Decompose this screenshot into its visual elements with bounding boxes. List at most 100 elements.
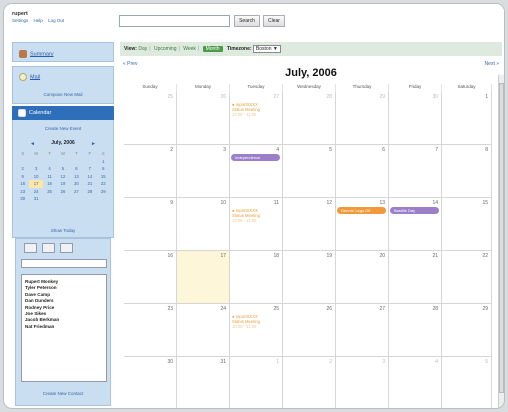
day-cell[interactable]: 25 — [124, 92, 177, 145]
day-cell[interactable]: 28 — [389, 304, 442, 357]
day-cell[interactable]: 14 — [389, 198, 442, 251]
mini-day[interactable]: 30 — [16, 195, 29, 203]
mini-day[interactable]: 20 — [70, 180, 83, 188]
day-cell[interactable]: 10 — [177, 198, 230, 251]
day-cell[interactable]: 1 — [442, 92, 492, 145]
contact-item[interactable]: Nat Friedman — [25, 324, 103, 330]
help-link[interactable]: Help — [34, 18, 43, 23]
day-cell[interactable]: 30 — [389, 92, 442, 145]
day-cell[interactable]: 11 ● reportXXXX Status Meeting 10:00 - 11:0… — [230, 198, 283, 251]
day-cell[interactable]: 28 — [283, 92, 336, 145]
day-cell[interactable]: 4 — [230, 145, 283, 198]
day-cell[interactable]: 19 — [283, 251, 336, 304]
sidebar-item-calendar[interactable]: Calendar — [12, 106, 114, 120]
clear-button[interactable]: Clear — [263, 15, 285, 27]
edit-tab-icon[interactable] — [60, 243, 73, 253]
mini-day[interactable]: 4 — [43, 165, 56, 173]
day-cell[interactable]: 3 — [336, 357, 389, 408]
view-month-tab[interactable]: Month — [202, 46, 223, 52]
show-today-link[interactable]: Show Today — [12, 228, 114, 233]
mini-day[interactable]: 16 — [16, 180, 29, 188]
day-cell[interactable]: 7 — [389, 145, 442, 198]
day-cell[interactable]: 29 — [336, 92, 389, 145]
day-cell[interactable]: 27 — [336, 304, 389, 357]
mini-day[interactable]: 21 — [83, 180, 96, 188]
mini-day[interactable]: 14 — [83, 173, 96, 181]
day-cell[interactable]: 26 — [177, 92, 230, 145]
summary-link[interactable]: Summary — [19, 50, 54, 58]
event-entry[interactable]: 10:00 - 11:00 — [232, 218, 256, 223]
day-cell[interactable]: 4 — [389, 357, 442, 408]
mini-day[interactable]: 13 — [70, 173, 83, 181]
settings-link[interactable]: Settings — [12, 18, 28, 23]
logout-link[interactable]: Log Out — [48, 18, 64, 23]
mini-day[interactable]: 29 — [97, 188, 110, 196]
groups-tab-icon[interactable] — [42, 243, 55, 253]
day-cell[interactable]: 15 — [442, 198, 492, 251]
mini-day[interactable]: 31 — [29, 195, 42, 203]
mini-day[interactable]: 17 — [29, 180, 43, 188]
all-day-event[interactable]: Bastille Day — [390, 207, 439, 214]
create-contact-link[interactable]: Create New Contact — [16, 391, 110, 396]
all-day-event[interactable]: Dennis' Legs Off — [337, 207, 386, 214]
day-cell[interactable]: 12 — [283, 198, 336, 251]
day-cell[interactable]: 25 ● reportXXXX Status Meeting 10:00 - 11:0… — [230, 304, 283, 357]
day-cell[interactable]: 13 — [336, 198, 389, 251]
day-cell[interactable]: 17 — [177, 251, 230, 304]
mini-day[interactable]: 1 — [97, 158, 110, 166]
mini-day[interactable]: 7 — [83, 165, 96, 173]
day-cell[interactable]: 29 — [442, 304, 492, 357]
mail-link[interactable]: Mail — [19, 73, 40, 81]
view-upcoming-link[interactable]: Upcoming — [154, 46, 177, 52]
mini-next-arrow-icon[interactable]: ► — [91, 141, 96, 147]
mini-day[interactable]: 22 — [97, 180, 110, 188]
mini-day[interactable]: 24 — [29, 188, 42, 196]
mini-day[interactable]: 3 — [29, 165, 42, 173]
create-event-link[interactable]: Create New Event — [12, 126, 114, 131]
day-cell[interactable]: 5 — [283, 145, 336, 198]
day-cell[interactable]: 26 — [283, 304, 336, 357]
contact-search-input[interactable] — [21, 259, 107, 268]
search-input[interactable] — [119, 15, 230, 27]
mini-day[interactable]: 11 — [43, 173, 56, 181]
day-cell[interactable]: 21 — [389, 251, 442, 304]
mini-day[interactable]: 5 — [56, 165, 69, 173]
mini-day[interactable]: 9 — [16, 173, 29, 181]
day-cell[interactable]: 5 — [442, 357, 492, 408]
day-cell[interactable]: 27 ● reportXXXX Status Meeting 10:00 - 11:0… — [230, 92, 283, 145]
day-cell[interactable]: 24 — [177, 304, 230, 357]
mini-day[interactable]: 19 — [56, 180, 69, 188]
all-day-event[interactable]: Independence — [231, 154, 280, 161]
compose-mail-link[interactable]: Compose New Mail — [13, 92, 113, 97]
mini-day[interactable]: 2 — [16, 165, 29, 173]
day-cell[interactable]: 9 — [124, 198, 177, 251]
mini-day[interactable]: 27 — [70, 188, 83, 196]
day-cell[interactable]: 3 — [177, 145, 230, 198]
day-cell[interactable]: 22 — [442, 251, 492, 304]
day-cell[interactable]: 2 — [124, 145, 177, 198]
event-entry[interactable]: 10:00 - 11:00 — [232, 324, 256, 329]
mini-day[interactable]: 15 — [97, 173, 110, 181]
mini-day[interactable]: 8 — [97, 165, 110, 173]
day-cell[interactable]: 1 — [230, 357, 283, 408]
mini-day[interactable]: 25 — [43, 188, 56, 196]
mini-day[interactable]: 10 — [29, 173, 42, 181]
view-week-link[interactable]: Week — [183, 46, 196, 52]
day-cell[interactable]: 8 — [442, 145, 492, 198]
search-button[interactable]: Search — [234, 15, 260, 27]
timezone-select[interactable]: Boston ▼ — [252, 45, 281, 53]
scrollbar[interactable] — [498, 75, 504, 408]
mini-day[interactable]: 28 — [83, 188, 96, 196]
day-cell[interactable]: 18 — [230, 251, 283, 304]
day-cell[interactable]: 31 — [177, 357, 230, 408]
day-cell[interactable]: 20 — [336, 251, 389, 304]
day-cell[interactable]: 30 — [124, 357, 177, 408]
mini-prev-arrow-icon[interactable]: ◄ — [30, 141, 35, 147]
event-entry[interactable]: 10:00 - 11:00 — [232, 112, 256, 117]
contacts-tab-icon[interactable] — [24, 243, 37, 253]
day-cell[interactable]: 2 — [283, 357, 336, 408]
scrollbar-thumb[interactable] — [499, 83, 504, 393]
mini-day[interactable]: 12 — [56, 173, 69, 181]
mini-day[interactable]: 26 — [56, 188, 69, 196]
day-cell[interactable]: 6 — [336, 145, 389, 198]
